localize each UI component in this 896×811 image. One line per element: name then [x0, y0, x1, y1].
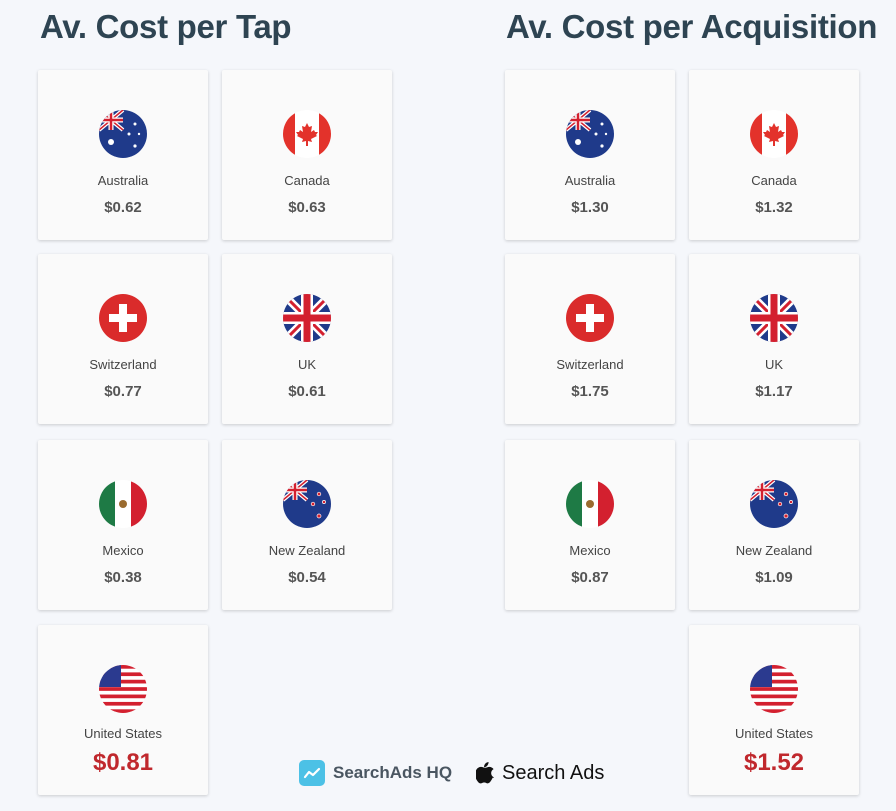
section-title-cpt: Av. Cost per Tap [40, 8, 292, 45]
country-card-new-zealand: New Zealand $1.09 [689, 440, 859, 610]
cost-value: $0.38 [104, 569, 142, 586]
country-card-mexico: Mexico $0.87 [505, 440, 675, 610]
country-name: Mexico [102, 543, 144, 558]
mexico-flag-icon [566, 480, 614, 528]
country-card-switzerland: Switzerland $0.77 [38, 254, 208, 424]
country-name: United States [734, 726, 814, 741]
country-card-canada: Canada $1.32 [689, 70, 859, 240]
country-name: Canada [751, 173, 797, 188]
cost-value: $1.30 [571, 199, 609, 216]
searchads-hq-label: SearchAds HQ [333, 763, 453, 782]
searchads-hq-logo-icon [299, 760, 325, 786]
cost-value: $0.63 [288, 199, 326, 216]
country-name: Mexico [569, 543, 611, 558]
usa-flag-icon [99, 665, 147, 713]
usa-flag-icon [750, 665, 798, 713]
section-title-cpa: Av. Cost per Acquisition [506, 8, 878, 45]
apple-search-ads-label: Search Ads [502, 761, 605, 784]
cost-value: $0.77 [104, 383, 142, 400]
new-zealand-flag-icon [283, 480, 331, 528]
australia-flag-icon [99, 110, 147, 158]
cost-value: $1.52 [743, 749, 805, 776]
country-card-new-zealand: New Zealand $0.54 [222, 440, 392, 610]
country-name: UK [297, 357, 317, 372]
country-card-uk: UK $0.61 [222, 254, 392, 424]
cost-value: $0.61 [288, 383, 326, 400]
country-name: UK [764, 357, 784, 372]
cost-value: $1.75 [571, 383, 609, 400]
mexico-flag-icon [99, 480, 147, 528]
cost-value: $1.32 [755, 199, 793, 216]
country-name: Switzerland [556, 357, 624, 372]
cost-value: $1.09 [755, 569, 793, 586]
apple-logo-icon [476, 762, 495, 784]
country-name: Switzerland [89, 357, 157, 372]
country-card-united-states: United States $0.81 [38, 625, 208, 795]
canada-flag-icon [750, 110, 798, 158]
country-name: Australia [97, 173, 149, 188]
canada-flag-icon [283, 110, 331, 158]
country-name: Australia [564, 173, 616, 188]
country-name: New Zealand [735, 543, 813, 558]
australia-flag-icon [566, 110, 614, 158]
cost-value: $0.62 [104, 199, 142, 216]
uk-flag-icon [283, 294, 331, 342]
country-card-canada: Canada $0.63 [222, 70, 392, 240]
country-name: Canada [284, 173, 330, 188]
country-card-switzerland: Switzerland $1.75 [505, 254, 675, 424]
country-card-australia: Australia $1.30 [505, 70, 675, 240]
footer-logos: SearchAds HQ Search Ads [299, 760, 604, 786]
cost-value: $1.17 [755, 383, 793, 400]
switzerland-flag-icon [99, 294, 147, 342]
cost-value: $0.87 [571, 569, 609, 586]
country-card-united-states: United States $1.52 [689, 625, 859, 795]
uk-flag-icon [750, 294, 798, 342]
new-zealand-flag-icon [750, 480, 798, 528]
cost-value: $0.54 [288, 569, 326, 586]
country-name: United States [83, 726, 163, 741]
country-name: New Zealand [268, 543, 346, 558]
country-card-mexico: Mexico $0.38 [38, 440, 208, 610]
country-card-uk: UK $1.17 [689, 254, 859, 424]
cost-value: $0.81 [92, 749, 154, 776]
country-card-australia: Australia $0.62 [38, 70, 208, 240]
switzerland-flag-icon [566, 294, 614, 342]
